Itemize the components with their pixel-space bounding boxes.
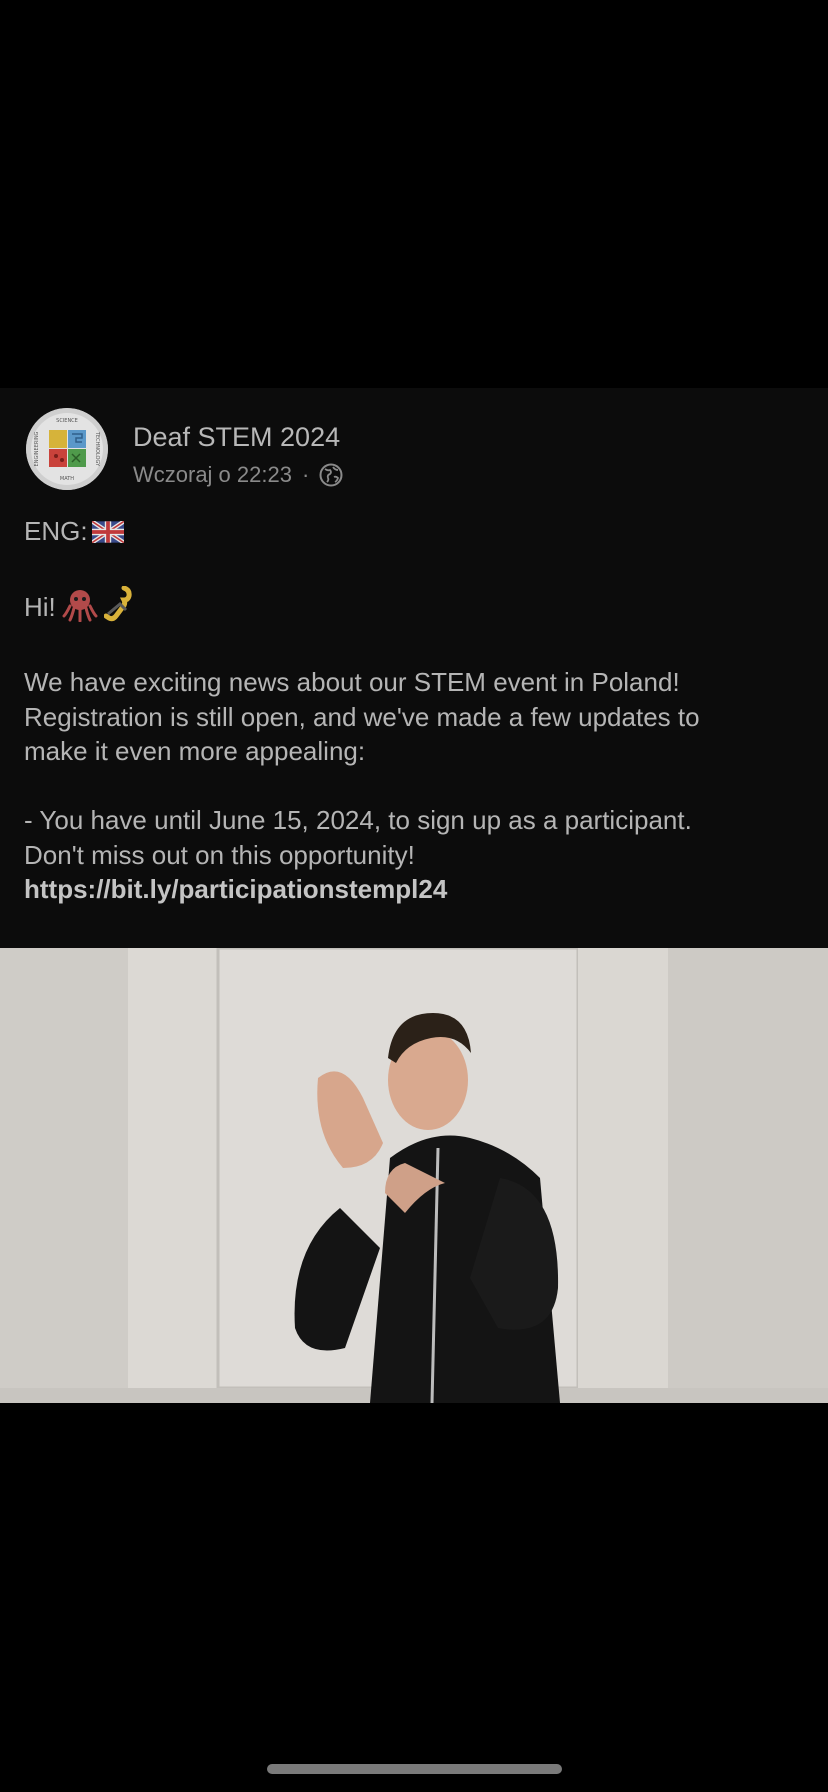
meta-separator: · bbox=[301, 462, 310, 487]
deaf-person-icon bbox=[103, 585, 136, 631]
text-line-p1-2: Registration is still open, and we've ma… bbox=[24, 701, 700, 732]
home-indicator[interactable] bbox=[267, 1764, 562, 1774]
video-frame bbox=[0, 948, 828, 1403]
octopus-icon bbox=[62, 588, 98, 631]
text-line-p1-1: We have exciting news about our STEM eve… bbox=[24, 667, 680, 697]
globe-icon bbox=[319, 463, 343, 487]
video-player[interactable] bbox=[0, 948, 828, 1403]
eng-label: ENG: bbox=[24, 516, 88, 546]
participation-link[interactable]: https://bit.ly/participationstempl24 bbox=[24, 874, 447, 904]
video-top-letterbox bbox=[0, 0, 828, 388]
text-line-eng: ENG: bbox=[24, 514, 804, 552]
logo-technology-text: TECHNOLOGY bbox=[94, 431, 100, 467]
text-line-p2-2: Don't miss out on this opportunity! bbox=[24, 839, 415, 870]
uk-flag-icon bbox=[90, 517, 125, 552]
logo-engineering-text: ENGINEERING bbox=[34, 431, 40, 466]
text-line-p1-3: make it even more appealing: bbox=[24, 736, 366, 766]
logo-math-text: MATH bbox=[60, 476, 74, 482]
page-name[interactable]: Deaf STEM 2024 bbox=[133, 422, 340, 453]
post-timestamp[interactable]: Wczoraj o 22:23 bbox=[133, 462, 292, 488]
post-text: ENG: Hi! We have exciting news about our… bbox=[24, 514, 804, 907]
post-card: SCIENCE MATH TECHNOLOGY ENGINEERING Deaf… bbox=[0, 388, 828, 948]
text-line-p2-1: - You have until June 15, 2024, to sign … bbox=[24, 805, 692, 835]
deaf-stem-logo: SCIENCE MATH TECHNOLOGY ENGINEERING bbox=[26, 408, 108, 490]
greeting-text: Hi! bbox=[24, 592, 56, 622]
text-line-hi: Hi! bbox=[24, 585, 804, 631]
post-header: SCIENCE MATH TECHNOLOGY ENGINEERING Deaf… bbox=[26, 408, 806, 490]
avatar[interactable]: SCIENCE MATH TECHNOLOGY ENGINEERING bbox=[26, 408, 108, 490]
logo-science-text: SCIENCE bbox=[56, 418, 78, 424]
post-meta: Wczoraj o 22:23 · bbox=[133, 462, 343, 488]
link-line: https://bit.ly/participationstempl24 bbox=[24, 872, 804, 907]
